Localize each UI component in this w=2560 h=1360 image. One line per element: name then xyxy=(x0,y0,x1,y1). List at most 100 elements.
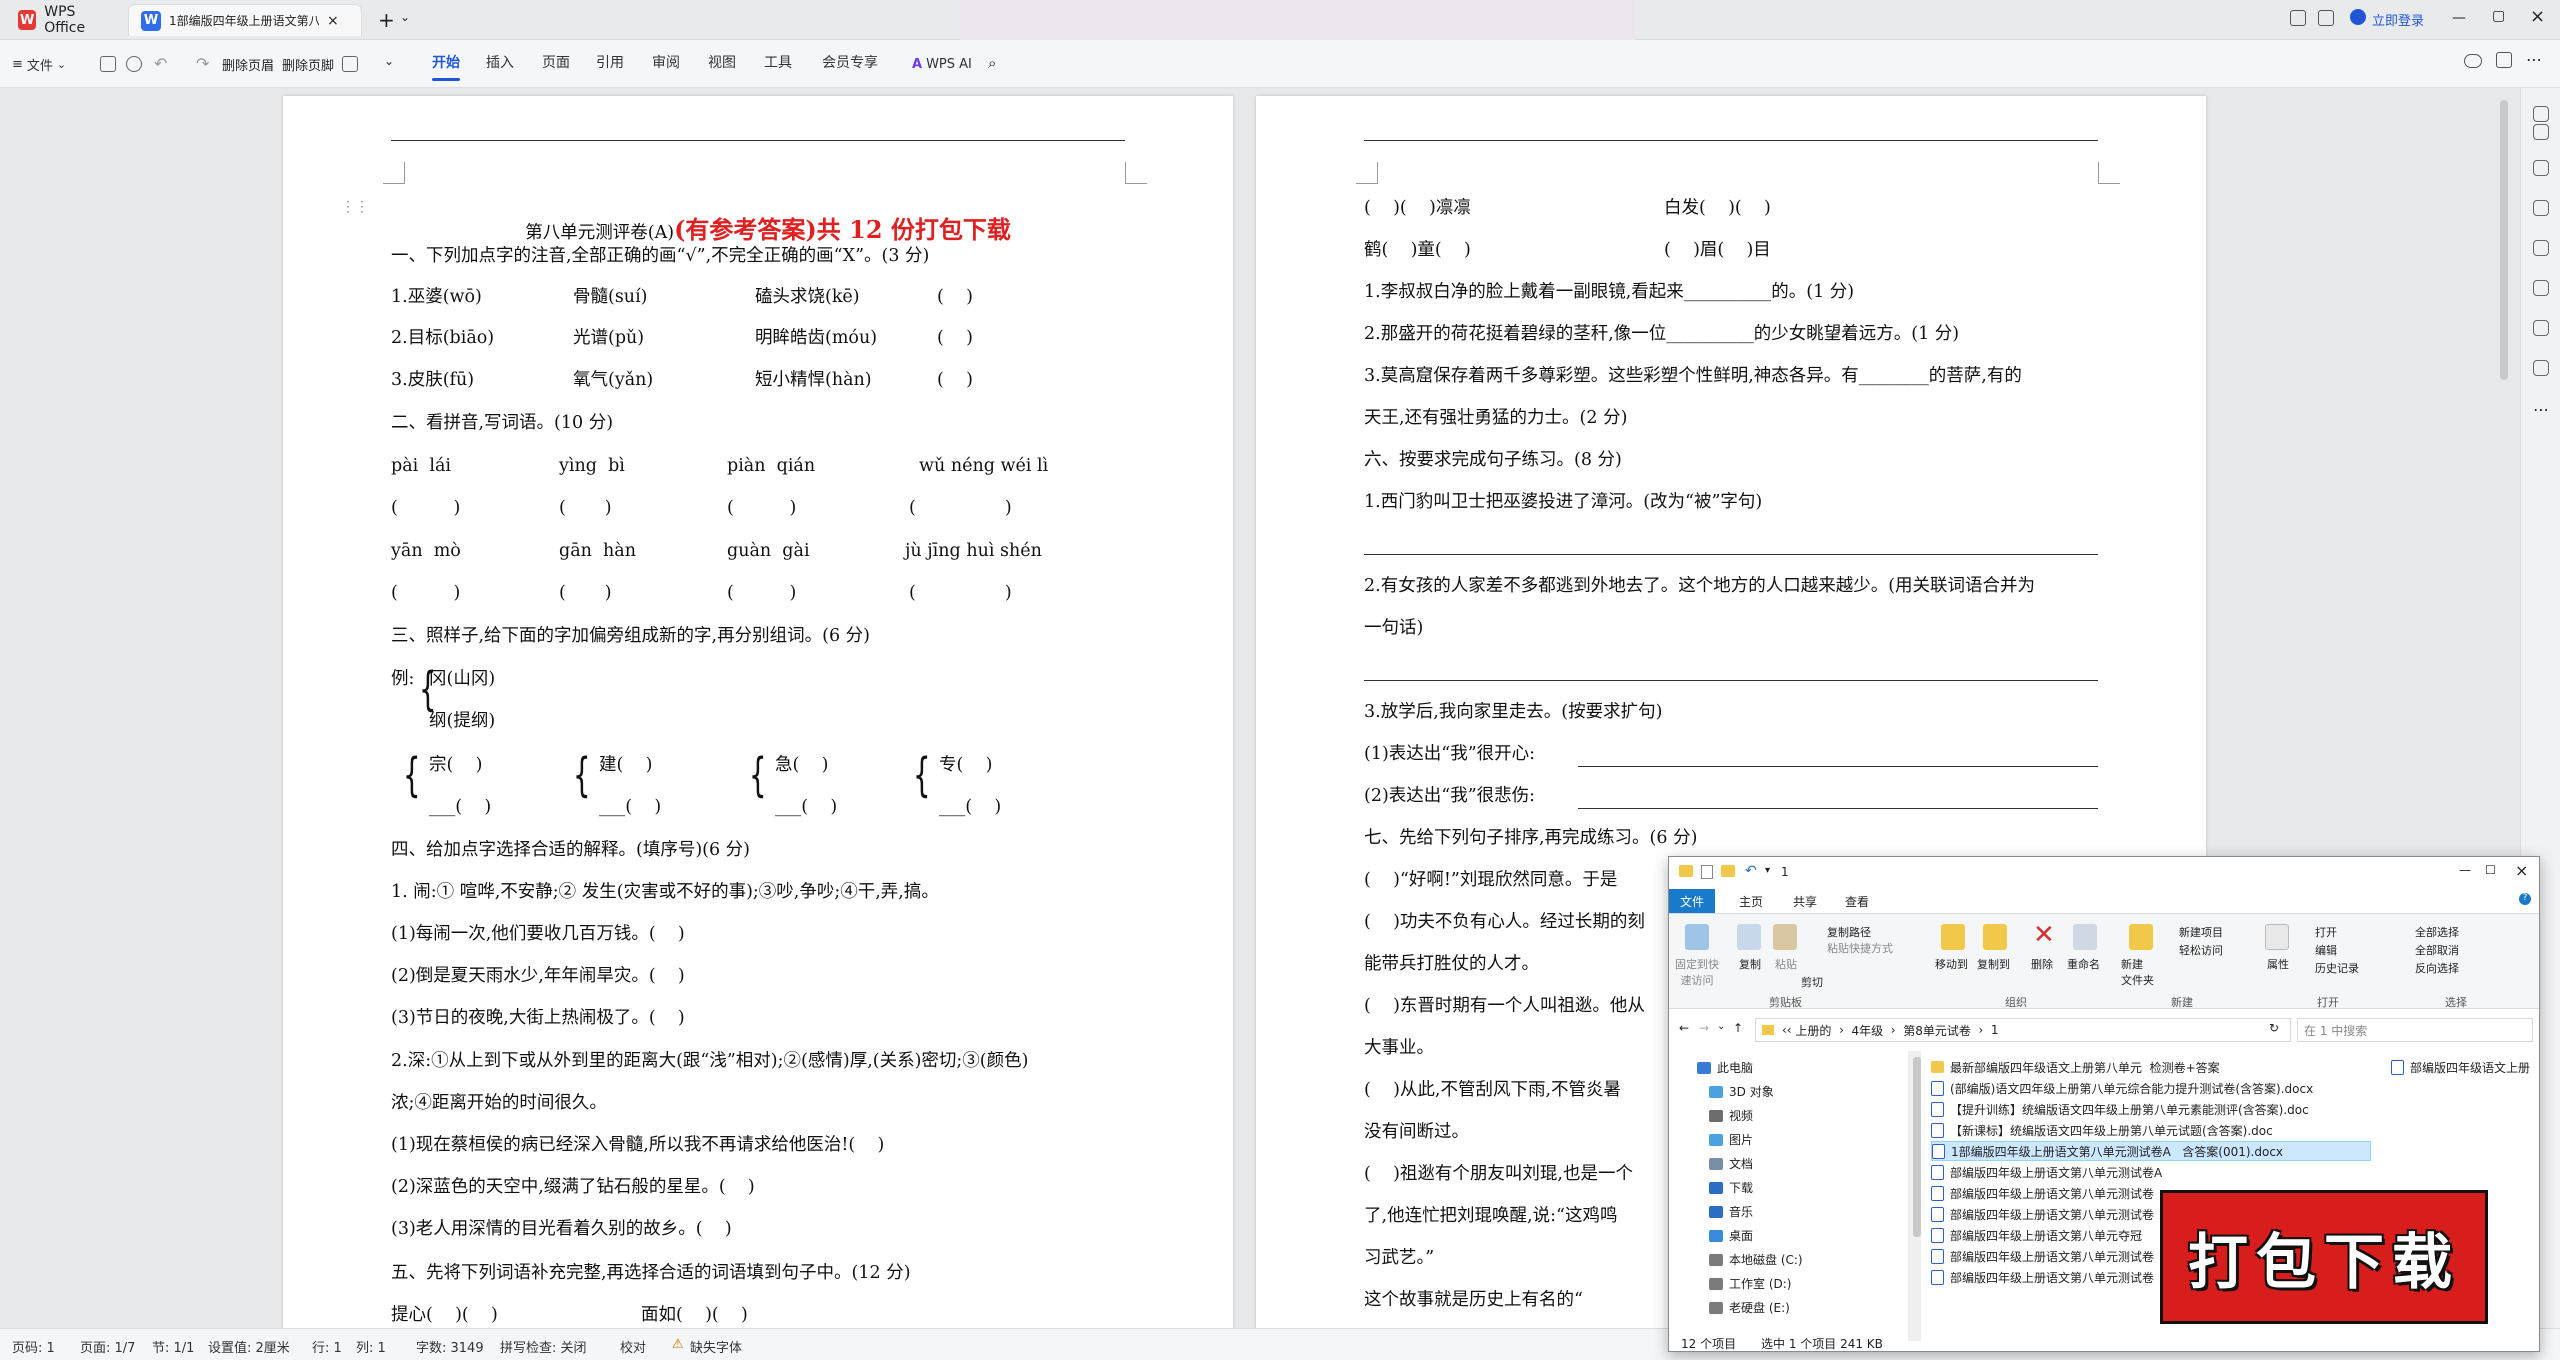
status-words[interactable]: 字数: 3149 xyxy=(416,1337,484,1356)
cut-button[interactable]: 剪切 xyxy=(1801,974,1823,990)
menu-view[interactable]: 视图 xyxy=(708,52,736,72)
select-all-button[interactable]: 全部选择 xyxy=(2415,924,2459,940)
close-icon[interactable]: × xyxy=(327,13,339,29)
chevron-down-icon[interactable]: ⌄ xyxy=(1717,1021,1725,1032)
login-link[interactable]: 立即登录 xyxy=(2372,10,2424,29)
ribbon-tab-file[interactable]: 文件 xyxy=(1669,889,1715,913)
new-item-button[interactable]: 新建项目 xyxy=(2179,924,2223,940)
file-row[interactable]: 【提升训练】统编版语文四年级上册第八单元素能测评(含答案).doc xyxy=(1931,1099,2371,1119)
breadcrumb[interactable]: 第8单元试卷 xyxy=(1903,1022,1971,1039)
up-icon[interactable]: ↑ xyxy=(1733,1021,1743,1035)
status-font-missing[interactable]: 缺失字体 xyxy=(690,1337,742,1356)
easy-access-button[interactable]: 轻松访问 xyxy=(2179,942,2223,958)
print-icon[interactable] xyxy=(126,56,142,72)
skin-icon[interactable] xyxy=(2318,10,2334,26)
tools-icon[interactable] xyxy=(2533,320,2549,336)
nav-item[interactable]: 文档 xyxy=(1709,1155,1753,1172)
file-row[interactable]: 【新课标】统编版语文四年级上册第八单元试题(含答案).doc xyxy=(1931,1120,2371,1140)
copy-button[interactable]: 复制 xyxy=(1739,956,1761,972)
edit-button[interactable]: 编辑 xyxy=(2315,942,2337,958)
status-page[interactable]: 页码: 1 xyxy=(12,1337,55,1356)
copy-path-button[interactable]: 复制路径 xyxy=(1827,924,1871,940)
maximize-icon[interactable]: ▢ xyxy=(2492,8,2505,24)
nav-item[interactable]: 本地磁盘 (C:) xyxy=(1709,1251,1803,1268)
chevron-down-icon[interactable]: ⌄ xyxy=(384,54,394,68)
undo-icon[interactable]: ↶ xyxy=(1745,863,1757,879)
vertical-scrollbar[interactable] xyxy=(2500,100,2508,380)
menu-member[interactable]: 会员专享 xyxy=(822,52,878,72)
more-icon[interactable]: ⋯ xyxy=(2533,400,2549,419)
copy-to-icon[interactable] xyxy=(1983,924,2007,950)
nav-item[interactable]: 图片 xyxy=(1709,1131,1753,1148)
drag-handle-icon[interactable]: ⋮⋮ xyxy=(341,200,369,214)
back-icon[interactable]: ← xyxy=(1679,1021,1689,1035)
chevron-up-icon[interactable] xyxy=(2533,106,2549,122)
download-banner[interactable]: 打包下载 xyxy=(2160,1190,2488,1324)
nav-item[interactable]: 此电脑 xyxy=(1697,1059,1753,1076)
properties-icon[interactable] xyxy=(1701,865,1713,879)
paste-shortcut-button[interactable]: 粘贴快捷方式 xyxy=(1827,940,1893,956)
tab-document[interactable]: W 1部编版四年级上册语文第八单 × xyxy=(128,4,362,36)
pen-icon[interactable] xyxy=(2533,124,2549,140)
properties-icon[interactable] xyxy=(2265,924,2289,950)
nav-item[interactable]: 工作室 (D:) xyxy=(1709,1275,1791,1292)
breadcrumb[interactable]: 1 xyxy=(1991,1023,1999,1037)
menu-tools[interactable]: 工具 xyxy=(764,52,792,72)
paste-icon[interactable] xyxy=(1773,924,1797,950)
delete-button[interactable]: 删除 xyxy=(2031,956,2053,972)
properties-button[interactable]: 属性 xyxy=(2267,956,2289,972)
status-pages[interactable]: 页面: 1/7 xyxy=(80,1337,135,1356)
minimize-icon[interactable]: — xyxy=(2452,10,2466,26)
search-icon[interactable]: ⌕ xyxy=(988,54,996,72)
new-folder-button[interactable]: 新建 文件夹 xyxy=(2121,956,2154,988)
search-input[interactable]: 在 1 中搜索 xyxy=(2297,1018,2533,1042)
file-row[interactable]: 部编版四年级语文上册 xyxy=(2391,1057,2541,1077)
chevron-down-icon[interactable]: ⌄ xyxy=(400,10,410,24)
select-none-button[interactable]: 全部取消 xyxy=(2415,942,2459,958)
pin-icon[interactable] xyxy=(1685,924,1709,950)
avatar[interactable] xyxy=(2350,9,2366,25)
help-icon[interactable]: ? xyxy=(2519,893,2531,905)
copy-to-button[interactable]: 复制到 xyxy=(1977,956,2010,972)
copy-icon[interactable] xyxy=(1737,924,1761,950)
menu-insert[interactable]: 插入 xyxy=(486,52,514,72)
new-tab-icon[interactable]: + xyxy=(378,8,395,32)
breadcrumb[interactable]: 上册的 xyxy=(1795,1022,1831,1039)
save-icon[interactable] xyxy=(100,56,116,72)
breadcrumb[interactable]: 4年级 xyxy=(1852,1022,1884,1039)
menu-page[interactable]: 页面 xyxy=(542,52,570,72)
open-button[interactable]: 打开 xyxy=(2315,924,2337,940)
share-icon[interactable] xyxy=(2496,52,2512,68)
cursor-icon[interactable] xyxy=(2533,160,2549,176)
pin-button[interactable]: 固定到快 速访问 xyxy=(1675,956,1719,988)
image-icon[interactable] xyxy=(342,56,358,72)
help-icon[interactable] xyxy=(2533,360,2549,376)
paste-button[interactable]: 粘贴 xyxy=(1775,956,1797,972)
refresh-icon[interactable]: ↻ xyxy=(2269,1021,2279,1035)
nav-item[interactable]: 视频 xyxy=(1709,1107,1753,1124)
menu-reference[interactable]: 引用 xyxy=(596,52,624,72)
ribbon-tab-home[interactable]: 主页 xyxy=(1739,893,1763,910)
file-row[interactable]: 1部编版四年级上册语文第八单元测试卷A 含答案(001).docx xyxy=(1931,1141,2371,1161)
maximize-icon[interactable]: ☐ xyxy=(2485,863,2496,877)
new-folder-icon[interactable] xyxy=(2129,924,2153,950)
chevron-down-icon[interactable]: ▾ xyxy=(1765,865,1770,876)
close-icon[interactable]: × xyxy=(2515,861,2528,880)
forward-icon[interactable]: → xyxy=(1699,1021,1709,1035)
ribbon-tab-view[interactable]: 查看 xyxy=(1845,893,1869,910)
minimize-icon[interactable]: — xyxy=(2459,863,2471,877)
move-to-button[interactable]: 移动到 xyxy=(1935,956,1968,972)
translate-icon[interactable] xyxy=(2533,280,2549,296)
address-bar[interactable]: ‹‹ 上册的 › 4年级 › 第8单元试卷 › 1 xyxy=(1755,1018,2291,1042)
more-icon[interactable]: ⋯ xyxy=(2526,50,2542,69)
status-proof[interactable]: 校对 xyxy=(620,1337,646,1356)
nav-item[interactable]: 下载 xyxy=(1709,1179,1753,1196)
layout-icon[interactable] xyxy=(2290,10,2306,26)
ribbon-tab-share[interactable]: 共享 xyxy=(1793,893,1817,910)
undo-icon[interactable]: ↶ xyxy=(154,54,167,73)
settings-icon[interactable] xyxy=(2533,200,2549,216)
status-spell[interactable]: 拼写检查: 关闭 xyxy=(500,1337,587,1356)
file-row[interactable]: 最新部编版四年级语文上册第八单元 检测卷+答案 xyxy=(1931,1057,2371,1077)
new-folder-icon[interactable] xyxy=(1721,865,1735,877)
rename-button[interactable]: 重命名 xyxy=(2067,956,2100,972)
